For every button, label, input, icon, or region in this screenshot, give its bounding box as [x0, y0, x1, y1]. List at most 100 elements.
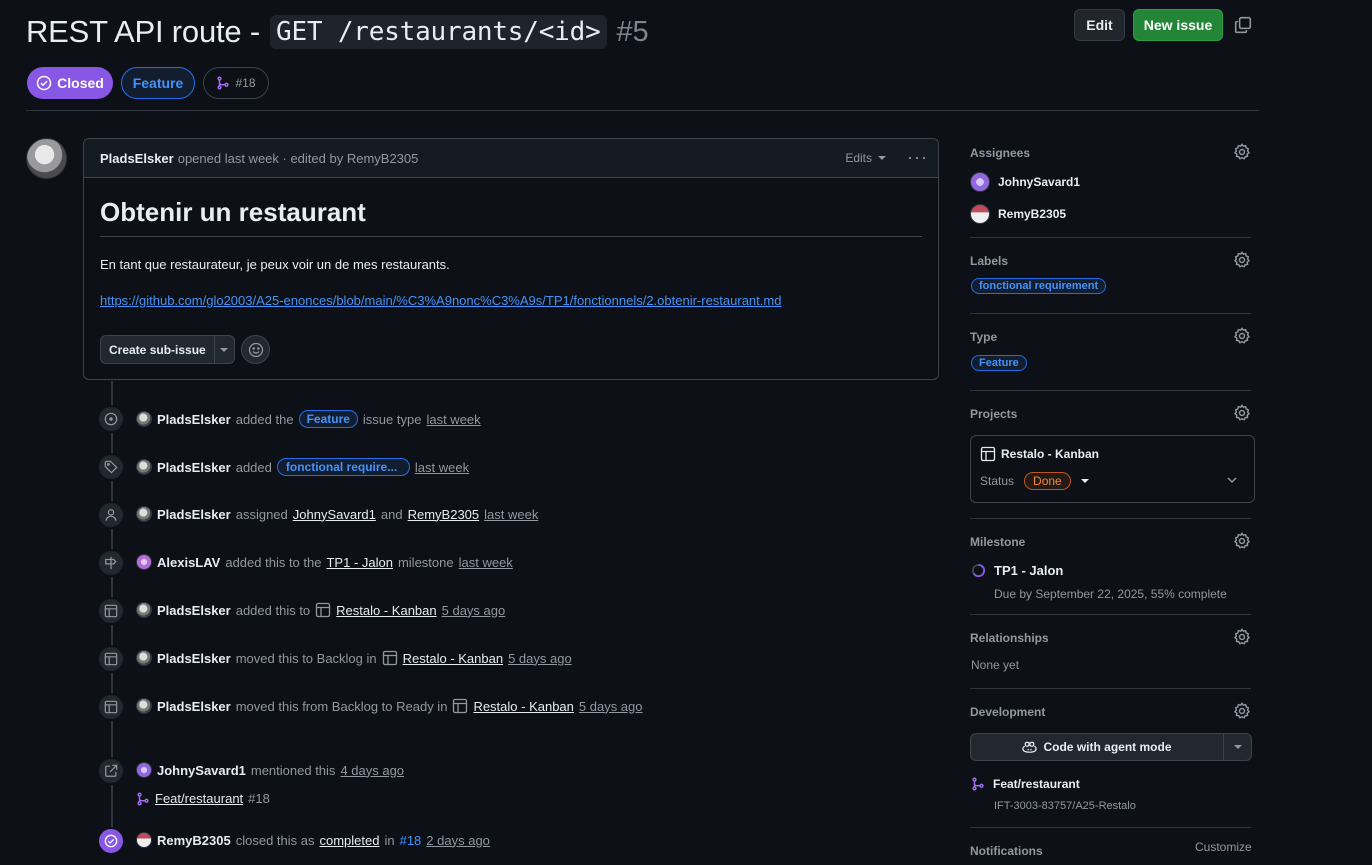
edits-dropdown[interactable]: Edits [845, 151, 886, 165]
assignee-name[interactable]: JohnySavard1 [998, 175, 1080, 189]
project-link[interactable]: Restalo - Kanban [336, 603, 436, 618]
close-reason-link[interactable]: completed [319, 833, 379, 848]
cross-reference-item[interactable]: Feat/restaurant #18 [136, 791, 270, 806]
chevron-down-icon[interactable] [1226, 474, 1238, 486]
issue-number: #5 [616, 15, 649, 48]
event-text: moved this from Backlog to Ready in [235, 698, 448, 714]
agent-main-button[interactable]: Code with agent mode [971, 734, 1224, 760]
event-actor[interactable]: PladsElsker [157, 460, 231, 475]
project-link[interactable]: Restalo - Kanban [403, 651, 503, 666]
code-with-agent-button[interactable]: Code with agent mode [970, 733, 1252, 761]
type-badge[interactable]: Feature [971, 355, 1027, 371]
assignee-item[interactable]: RemyB2305 [970, 204, 1066, 224]
linked-pr-title[interactable]: Feat/restaurant [993, 777, 1080, 791]
caret-down-icon[interactable] [1080, 477, 1089, 485]
customize-link[interactable]: Customize [1195, 840, 1252, 854]
assignee-name[interactable]: RemyB2305 [998, 207, 1066, 221]
chevron-down-icon[interactable] [215, 346, 234, 354]
event-actor[interactable]: PladsElsker [157, 651, 231, 666]
sidebar-divider [970, 827, 1251, 828]
heading-divider [100, 236, 922, 237]
event-actor[interactable]: RemyB2305 [157, 833, 231, 848]
avatar[interactable] [136, 506, 152, 522]
linked-branch-item[interactable]: Feat/restaurant [971, 777, 1080, 791]
avatar [970, 204, 990, 224]
event-actor[interactable]: AlexisLAV [157, 555, 220, 570]
assignee-item[interactable]: JohnySavard1 [970, 172, 1080, 192]
person-icon [97, 501, 125, 529]
gear-icon[interactable] [1233, 532, 1251, 550]
sidebar-divider [970, 518, 1251, 519]
gear-icon[interactable] [1233, 404, 1251, 422]
project-name[interactable]: Restalo - Kanban [1001, 447, 1099, 461]
event-time[interactable]: last week [459, 555, 513, 570]
new-issue-button[interactable]: New issue [1133, 9, 1223, 41]
event-time[interactable]: last week [426, 412, 480, 427]
assignee-link[interactable]: JohnySavard1 [293, 507, 376, 522]
event-actor[interactable]: PladsElsker [157, 412, 231, 427]
avatar[interactable] [136, 698, 152, 714]
milestone-link[interactable]: TP1 - Jalon [326, 555, 392, 570]
pr-title-link[interactable]: Feat/restaurant [155, 791, 243, 806]
event-text: moved this to Backlog in [235, 650, 377, 666]
gear-icon[interactable] [1233, 628, 1251, 646]
project-status-row: Status Done [980, 472, 1089, 490]
sidebar-divider [970, 313, 1251, 314]
type-badge[interactable]: Feature [121, 67, 195, 99]
milestone-name[interactable]: TP1 - Jalon [994, 563, 1063, 578]
timeline-event: PladsElsker moved this from Backlog to R… [136, 698, 643, 714]
assignee-link[interactable]: RemyB2305 [408, 507, 480, 522]
gear-icon[interactable] [1233, 327, 1251, 345]
comment-header: PladsElsker opened last week · edited by… [84, 139, 938, 178]
timeline-event: JohnySavard1 mentioned this 4 days ago [136, 762, 404, 778]
event-time[interactable]: 5 days ago [508, 651, 572, 666]
event-time[interactable]: 2 days ago [426, 833, 490, 848]
copy-link-icon[interactable] [1234, 16, 1252, 34]
gear-icon[interactable] [1233, 143, 1251, 161]
project-link[interactable]: Restalo - Kanban [473, 699, 573, 714]
pull-request-icon [137, 792, 149, 805]
linked-pr-number: #18 [235, 76, 256, 90]
pr-number: #18 [248, 791, 270, 806]
caret-down-icon[interactable] [1224, 743, 1251, 751]
event-actor[interactable]: PladsElsker [157, 699, 231, 714]
event-text: mentioned this [250, 762, 336, 778]
event-time[interactable]: 5 days ago [579, 699, 643, 714]
event-actor[interactable]: PladsElsker [157, 603, 231, 618]
progress-ring-icon [971, 563, 986, 578]
pr-link[interactable]: #18 [400, 833, 422, 848]
event-time[interactable]: last week [484, 507, 538, 522]
label-badge[interactable]: fonctional requirement [971, 278, 1107, 294]
avatar[interactable] [136, 554, 152, 570]
avatar[interactable] [136, 411, 152, 427]
event-actor[interactable]: PladsElsker [157, 507, 231, 522]
avatar[interactable] [136, 602, 152, 618]
event-time[interactable]: 5 days ago [442, 603, 506, 618]
assignees-title: Assignees [970, 146, 1031, 160]
linked-pr-badge[interactable]: #18 [203, 67, 269, 99]
edit-button[interactable]: Edit [1074, 9, 1125, 41]
check-circle-icon [36, 75, 52, 91]
spec-link[interactable]: https://github.com/glo2003/A25-enonces/b… [100, 293, 781, 308]
gear-icon[interactable] [1233, 702, 1251, 720]
avatar[interactable] [136, 650, 152, 666]
event-time[interactable]: last week [415, 460, 469, 475]
labels-title: Labels [970, 254, 1009, 268]
create-sub-issue-label[interactable]: Create sub-issue [101, 336, 215, 363]
add-reaction-icon[interactable] [241, 335, 270, 364]
more-options-icon[interactable]: ··· [907, 147, 928, 168]
avatar[interactable] [136, 459, 152, 475]
create-sub-issue-button[interactable]: Create sub-issue [100, 335, 235, 364]
event-actor[interactable]: JohnySavard1 [157, 763, 246, 778]
type-label[interactable]: Feature [298, 410, 358, 428]
event-time[interactable]: 4 days ago [340, 763, 404, 778]
author-avatar[interactable] [26, 138, 67, 179]
milestone-item[interactable]: TP1 - Jalon [971, 563, 1063, 578]
status-pill[interactable]: Done [1024, 472, 1071, 490]
comment-author[interactable]: PladsElsker [100, 151, 174, 166]
avatar[interactable] [136, 762, 152, 778]
project-name-row[interactable]: Restalo - Kanban [980, 446, 1099, 462]
avatar[interactable] [136, 832, 152, 848]
label-badge[interactable]: fonctional require... [276, 458, 410, 476]
gear-icon[interactable] [1233, 251, 1251, 269]
